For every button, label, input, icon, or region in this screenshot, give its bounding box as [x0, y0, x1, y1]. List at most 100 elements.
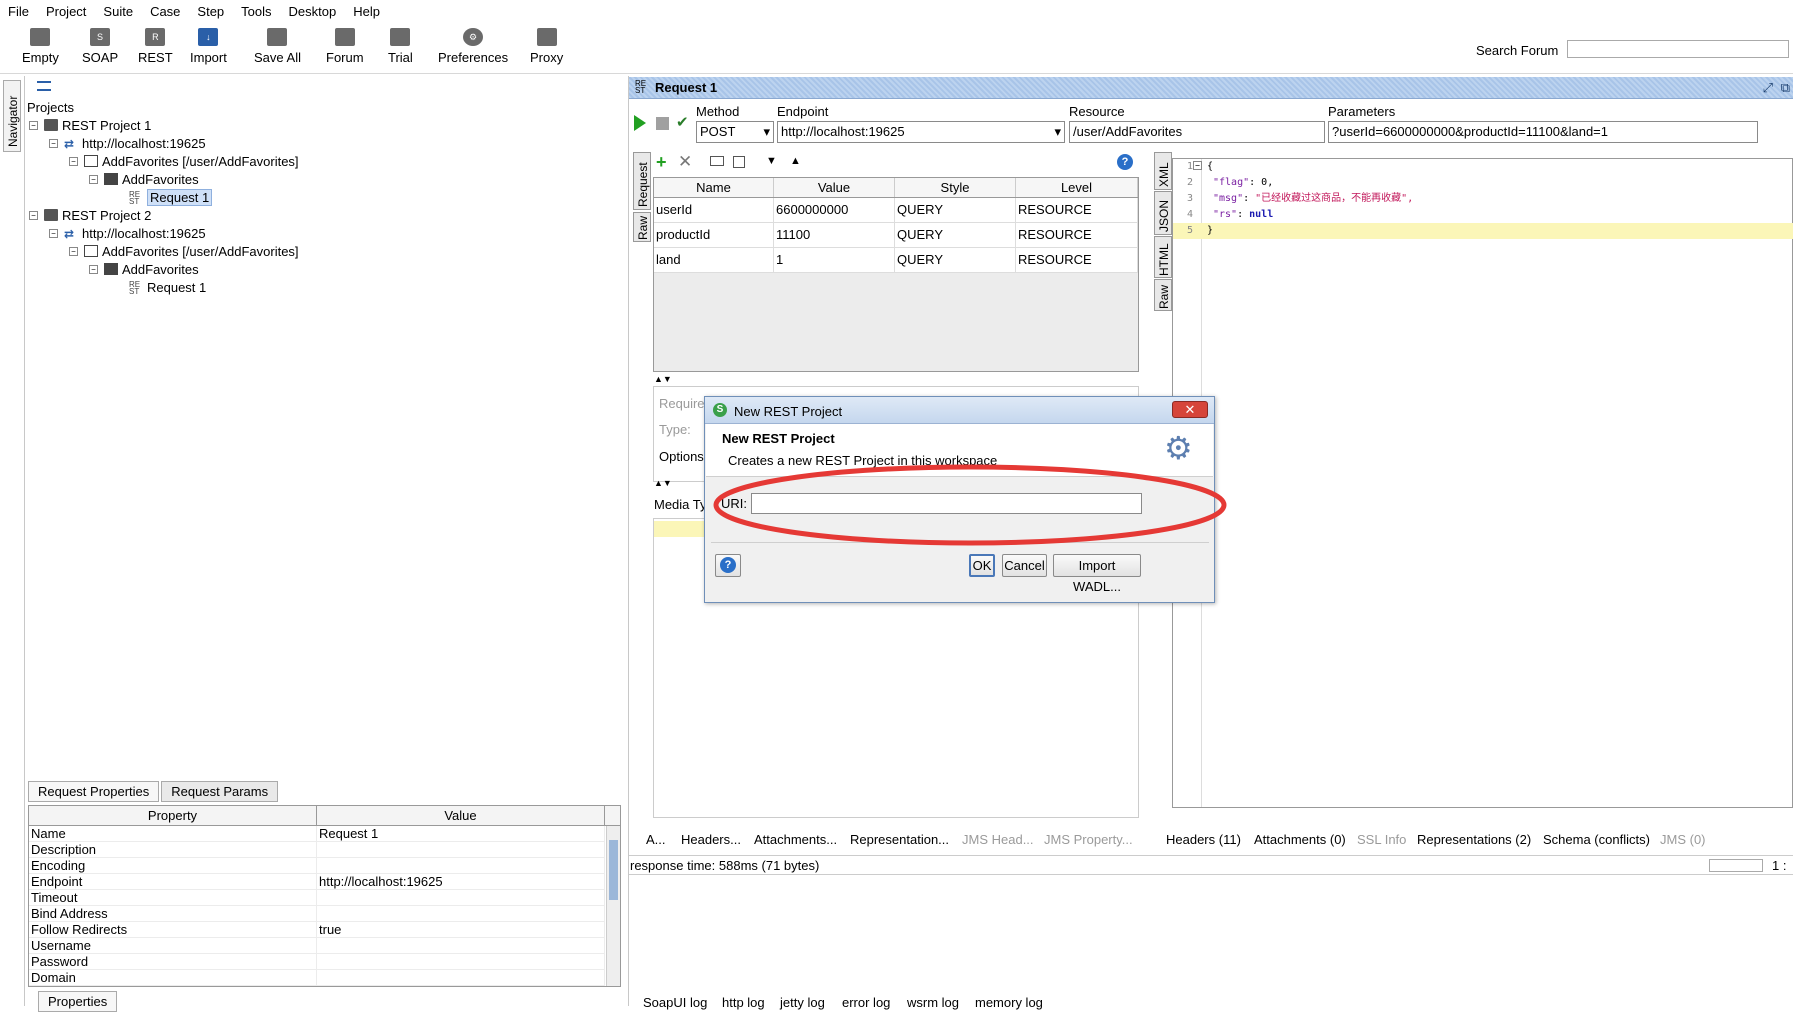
- table-row[interactable]: Username: [29, 938, 620, 954]
- check-icon[interactable]: ✔: [676, 113, 689, 131]
- tab-jetty-log[interactable]: jetty log: [780, 995, 825, 1010]
- response-editor[interactable]: 1−{ 2 "flag": 0, 3 "msg": "已经收藏过这商品，不能再收藏"…: [1172, 158, 1793, 808]
- forum-button[interactable]: Forum: [326, 28, 364, 65]
- clear-icon[interactable]: [733, 156, 745, 168]
- collapse-icon[interactable]: −: [29, 210, 38, 220]
- tree-item-resource-1[interactable]: − AddFavorites [/user/AddFavorites]: [69, 152, 299, 170]
- tab-response-attachments[interactable]: Attachments (0): [1254, 832, 1346, 847]
- tab-http-log[interactable]: http log: [722, 995, 765, 1010]
- table-row[interactable]: Encoding: [29, 858, 620, 874]
- menu-suite[interactable]: Suite: [103, 4, 133, 19]
- tree-item-resource-2[interactable]: − AddFavorites [/user/AddFavorites]: [69, 242, 299, 260]
- tree-item-request-2[interactable]: RE ST Request 1: [129, 278, 206, 296]
- tab-headers[interactable]: Headers...: [681, 832, 741, 847]
- stop-icon[interactable]: [656, 117, 669, 130]
- collapse-icon[interactable]: −: [69, 246, 78, 256]
- table-row[interactable]: Timeout: [29, 890, 620, 906]
- tree-item-method-2[interactable]: − AddFavorites: [89, 260, 199, 278]
- tab-raw[interactable]: Raw: [633, 212, 651, 242]
- collapse-icon[interactable]: −: [89, 264, 98, 274]
- column-header-level[interactable]: Level: [1016, 178, 1138, 197]
- empty-button[interactable]: Empty: [22, 28, 59, 65]
- tab-attachments[interactable]: Attachments...: [754, 832, 837, 847]
- menu-help[interactable]: Help: [353, 4, 380, 19]
- run-icon[interactable]: [634, 115, 646, 131]
- table-row[interactable]: Password: [29, 954, 620, 970]
- table-row[interactable]: Bind Address: [29, 906, 620, 922]
- preferences-button[interactable]: ⚙ Preferences: [438, 28, 508, 65]
- menu-step[interactable]: Step: [197, 4, 224, 19]
- move-up-icon[interactable]: ▲: [790, 155, 801, 167]
- delete-icon[interactable]: ✕: [678, 152, 692, 172]
- column-header-property[interactable]: Property: [29, 806, 317, 825]
- close-button[interactable]: ✕: [1172, 401, 1208, 418]
- help-button[interactable]: ?: [715, 554, 741, 577]
- method-select[interactable]: POST ▾: [696, 121, 774, 143]
- tab-representation[interactable]: Representation...: [850, 832, 949, 847]
- table-row[interactable]: land 1 QUERY RESOURCE: [654, 248, 1138, 273]
- tab-response-raw[interactable]: Raw: [1154, 279, 1172, 311]
- tab-jms-property[interactable]: JMS Property...: [1044, 832, 1133, 847]
- table-row[interactable]: Domain: [29, 970, 620, 986]
- tab-request-params[interactable]: Request Params: [161, 781, 279, 802]
- tab-auth[interactable]: A...: [646, 832, 666, 847]
- tab-error-log[interactable]: error log: [842, 995, 890, 1010]
- splitter-arrows-icon[interactable]: ▲▼: [654, 374, 672, 384]
- table-row[interactable]: Name Request 1: [29, 826, 620, 842]
- tab-memory-log[interactable]: memory log: [975, 995, 1043, 1010]
- trial-button[interactable]: Trial: [388, 28, 413, 65]
- menu-file[interactable]: File: [8, 4, 29, 19]
- tab-html[interactable]: HTML: [1154, 236, 1172, 278]
- tab-representations[interactable]: Representations (2): [1417, 832, 1531, 847]
- tab-jms[interactable]: JMS (0): [1660, 832, 1706, 847]
- tab-response-headers[interactable]: Headers (11): [1166, 832, 1241, 847]
- tab-soapui-log[interactable]: SoapUI log: [643, 995, 707, 1010]
- tree-item-project-2[interactable]: − REST Project 2: [29, 206, 151, 224]
- tab-wsrm-log[interactable]: wsrm log: [907, 995, 959, 1010]
- tab-request[interactable]: Request: [633, 152, 651, 210]
- collapse-icon[interactable]: −: [69, 156, 78, 166]
- resource-input[interactable]: /user/AddFavorites: [1069, 121, 1325, 143]
- menu-desktop[interactable]: Desktop: [289, 4, 337, 19]
- tree-item-project-1[interactable]: − REST Project 1: [29, 116, 151, 134]
- table-row[interactable]: Endpoint http://localhost:19625: [29, 874, 620, 890]
- menu-tools[interactable]: Tools: [241, 4, 271, 19]
- ok-button[interactable]: OK: [969, 554, 995, 577]
- tab-schema[interactable]: Schema (conflicts): [1543, 832, 1650, 847]
- menu-project[interactable]: Project: [46, 4, 86, 19]
- tab-properties[interactable]: Properties: [38, 991, 118, 1012]
- list-view-icon[interactable]: [37, 81, 51, 91]
- column-header-value[interactable]: Value: [317, 806, 605, 825]
- tab-ssl-info[interactable]: SSL Info: [1357, 832, 1406, 847]
- dialog-title-bar[interactable]: S New REST Project ✕: [705, 397, 1214, 424]
- tree-item-method-1[interactable]: − AddFavorites: [89, 170, 199, 188]
- tab-request-properties[interactable]: Request Properties: [28, 781, 160, 802]
- fold-icon[interactable]: −: [1193, 161, 1202, 170]
- endpoint-input[interactable]: http://localhost:19625 ▾: [777, 121, 1065, 143]
- parameters-input[interactable]: ?userId=6600000000&productId=11100&land=…: [1328, 121, 1758, 143]
- tree-item-service-1[interactable]: − ⇄ http://localhost:19625: [49, 134, 206, 152]
- collapse-icon[interactable]: −: [49, 138, 58, 148]
- table-row[interactable]: userId 6600000000 QUERY RESOURCE: [654, 198, 1138, 223]
- menu-case[interactable]: Case: [150, 4, 180, 19]
- save-all-button[interactable]: Save All: [254, 28, 301, 65]
- tab-jms-headers[interactable]: JMS Head...: [962, 832, 1034, 847]
- move-down-icon[interactable]: ▼: [766, 155, 777, 167]
- column-header-name[interactable]: Name: [654, 178, 774, 197]
- collapse-icon[interactable]: −: [49, 228, 58, 238]
- collapse-icon[interactable]: −: [89, 174, 98, 184]
- import-button[interactable]: ↓ Import: [190, 28, 227, 65]
- maximize-icon[interactable]: ⤢: [1763, 80, 1773, 96]
- rest-button[interactable]: R REST: [138, 28, 173, 65]
- cancel-button[interactable]: Cancel: [1002, 554, 1047, 577]
- table-row[interactable]: Follow Redirects true: [29, 922, 620, 938]
- proxy-button[interactable]: Proxy: [530, 28, 563, 65]
- collapse-icon[interactable]: −: [29, 120, 38, 130]
- splitter-arrows-icon[interactable]: ▲▼: [654, 478, 672, 488]
- help-icon[interactable]: ?: [1117, 154, 1133, 170]
- tab-xml[interactable]: XML: [1154, 152, 1172, 190]
- tab-json[interactable]: JSON: [1154, 191, 1172, 235]
- add-icon[interactable]: +: [656, 152, 667, 173]
- table-row[interactable]: productId 11100 QUERY RESOURCE: [654, 223, 1138, 248]
- column-header-style[interactable]: Style: [895, 178, 1016, 197]
